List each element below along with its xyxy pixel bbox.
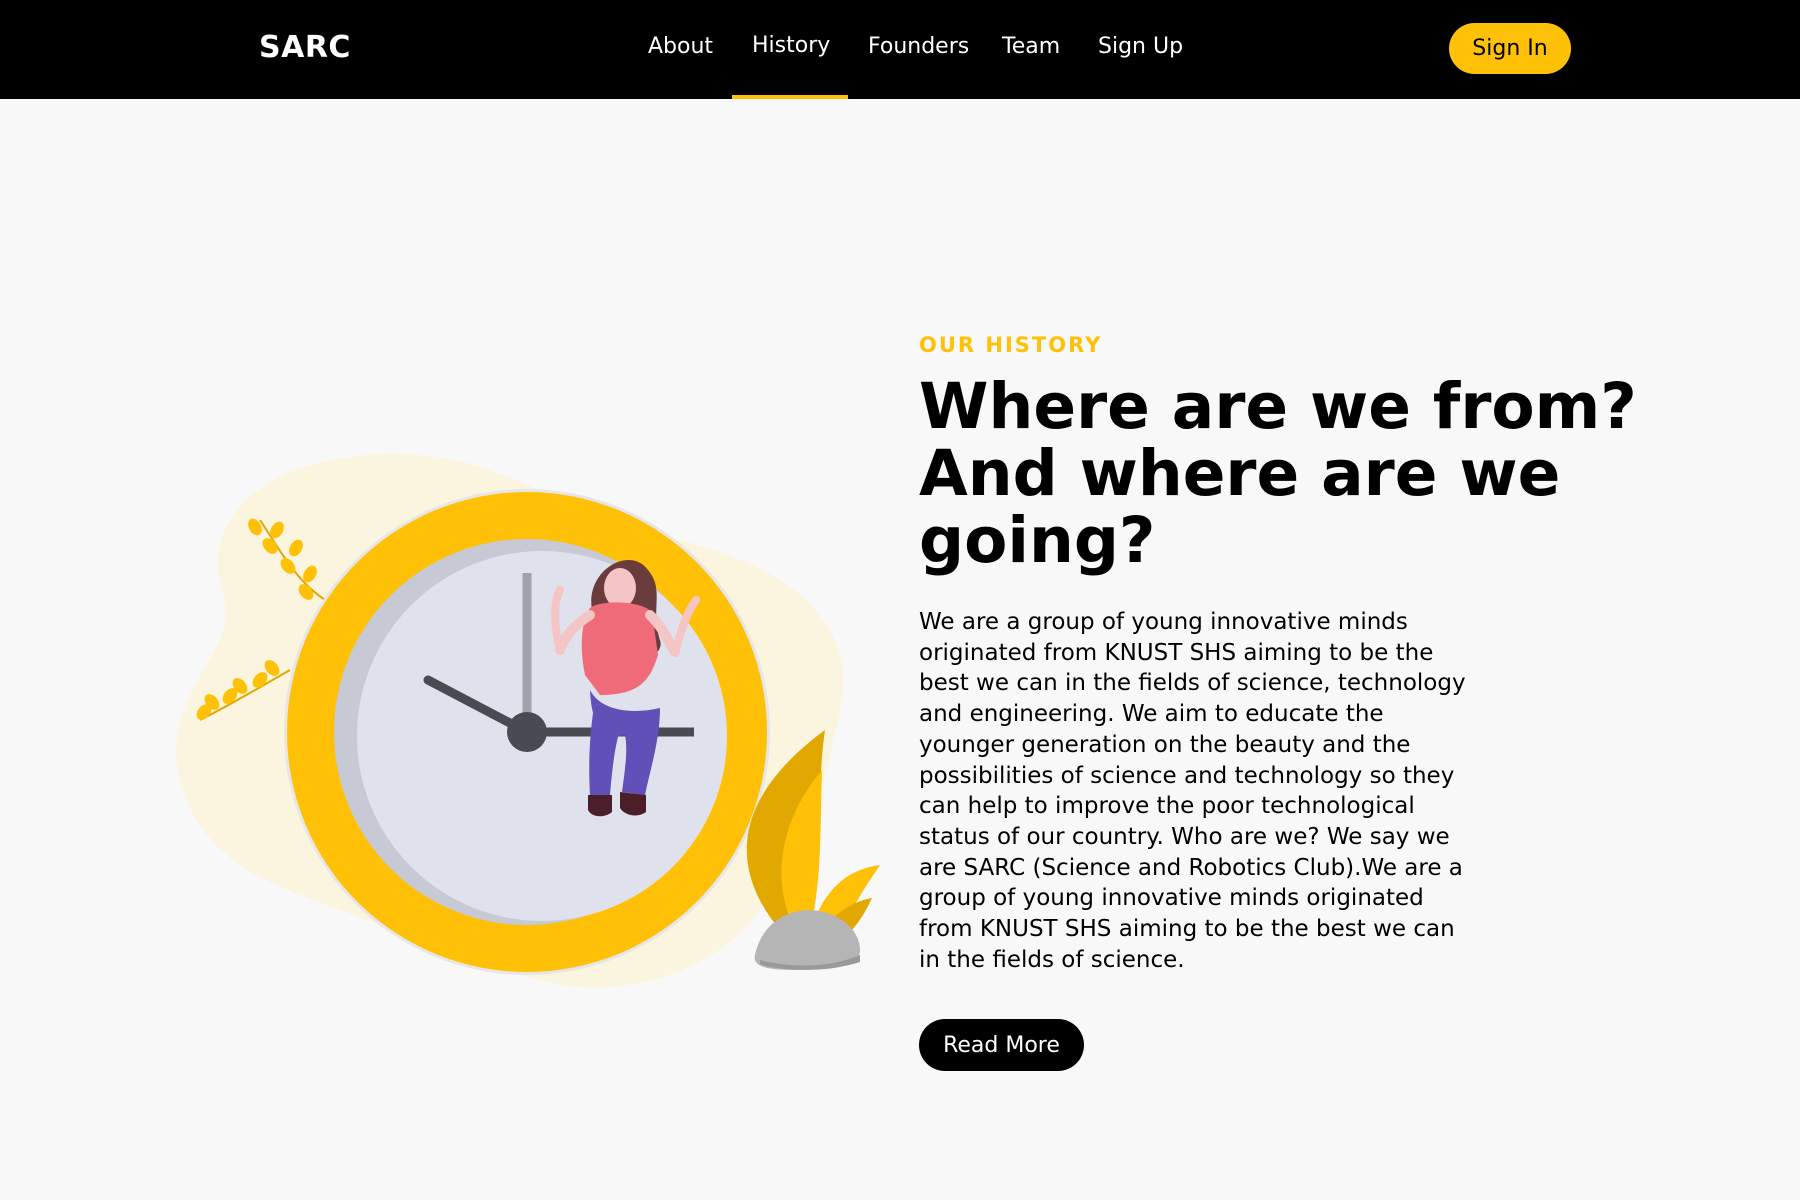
history-description: We are a group of young innovative minds…	[919, 609, 1466, 973]
nav-item-founders[interactable]: Founders	[868, 34, 969, 59]
nav-item-team[interactable]: Team	[1002, 34, 1060, 59]
sign-in-button[interactable]: Sign In	[1449, 23, 1571, 74]
nav-item-about[interactable]: About	[648, 34, 713, 59]
active-nav-indicator	[732, 95, 848, 99]
history-illustration	[160, 440, 900, 1010]
read-more-button[interactable]: Read More	[919, 1019, 1084, 1071]
page-title: Where are we from? And where are we goin…	[919, 370, 1637, 577]
nav-item-history[interactable]: History	[752, 33, 830, 58]
navbar: SARC About History Founders Team Sign Up…	[0, 0, 1800, 99]
section-eyebrow: OUR HISTORY	[919, 333, 1103, 357]
nav-item-sign-up[interactable]: Sign Up	[1098, 34, 1183, 59]
clock-woman-illustration-icon	[176, 454, 880, 988]
